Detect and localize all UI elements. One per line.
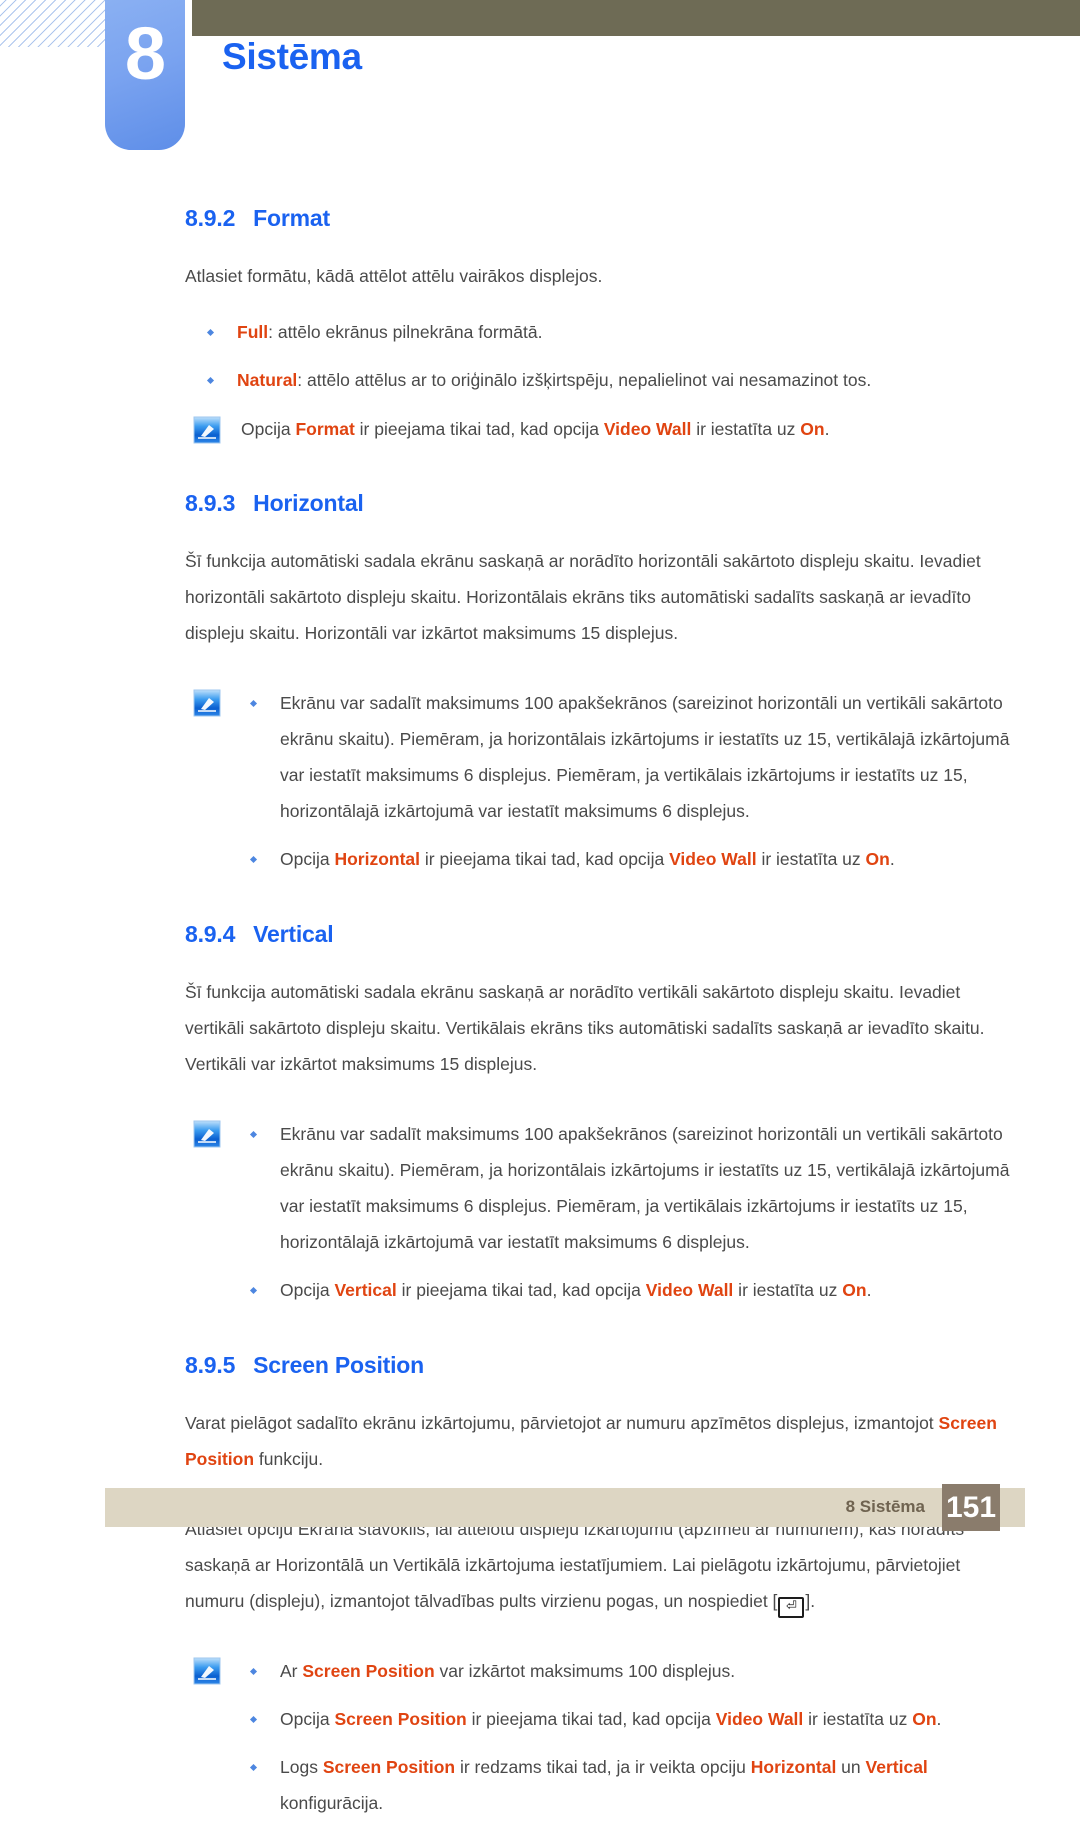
section-number: 8.9.5 bbox=[185, 1352, 236, 1378]
keyword-on: On bbox=[842, 1280, 867, 1300]
keyword-full: Full bbox=[237, 322, 269, 342]
list-item: Opcija Vertical ir pieejama tikai tad, k… bbox=[185, 1272, 1015, 1308]
section-intro-paragraph: Šī funkcija automātiski sadala ekrānu sa… bbox=[185, 551, 981, 643]
keyword-horizontal: Horizontal bbox=[750, 1757, 837, 1777]
note-text-pre: Opcija bbox=[280, 1709, 335, 1729]
note-block-screen-position: Ar Screen Position var izkārtot maksimum… bbox=[185, 1653, 1015, 1821]
section-heading-format: 8.9.2 Format bbox=[185, 205, 1015, 232]
note-text-mid: ir pieejama tikai tad, kad opcija bbox=[466, 1709, 716, 1729]
footer-chapter-label: 8 Sistēma bbox=[845, 1497, 925, 1516]
note-block-vertical: Ekrānu var sadalīt maksimums 100 apakšek… bbox=[185, 1116, 1015, 1308]
paragraph-text-pre: Varat pielāgot sadalīto ekrānu izkārtoju… bbox=[185, 1413, 939, 1433]
note-text-mid2: ir iestatīta uz bbox=[691, 419, 801, 439]
keyword-format: Format bbox=[295, 419, 355, 439]
section-number: 8.9.4 bbox=[185, 921, 236, 947]
note-text-pre: Ar bbox=[280, 1661, 303, 1681]
list-item-text: : attēlo ekrānus pilnekrāna formātā. bbox=[268, 322, 543, 342]
section-intro-paragraph: Šī funkcija automātiski sadala ekrānu sa… bbox=[185, 982, 985, 1074]
list-item: Ekrānu var sadalīt maksimums 100 apakšek… bbox=[185, 685, 1015, 829]
note-bullet-list: Ekrānu var sadalīt maksimums 100 apakšek… bbox=[185, 685, 1015, 877]
list-item: Opcija Horizontal ir pieejama tikai tad,… bbox=[185, 841, 1015, 877]
section-title: Format bbox=[253, 205, 330, 231]
screen-position-paragraph-1: Varat pielāgot sadalīto ekrānu izkārtoju… bbox=[185, 1405, 1015, 1477]
section-number: 8.9.2 bbox=[185, 205, 236, 231]
page-number-badge: 151 bbox=[942, 1484, 1000, 1531]
screen-position-paragraph-2: Atlasiet opciju Ekrāna stāvoklis, lai at… bbox=[185, 1511, 1015, 1619]
list-item: Full: attēlo ekrānus pilnekrāna formātā. bbox=[185, 314, 1015, 350]
note-text-mid: ir pieejama tikai tad, kad opcija bbox=[420, 849, 670, 869]
keyword-screen-position: Screen Position bbox=[334, 1709, 467, 1729]
note-block-format: Opcija Format ir pieejama tikai tad, kad… bbox=[185, 412, 1015, 446]
note-bullet-list: Ar Screen Position var izkārtot maksimum… bbox=[185, 1653, 1015, 1821]
section-title: Vertical bbox=[253, 921, 334, 947]
section-title: Screen Position bbox=[253, 1352, 424, 1378]
note-text-post: . bbox=[889, 849, 895, 869]
note-text-mid2: un bbox=[836, 1757, 866, 1777]
note-text-pre: Opcija bbox=[280, 1280, 335, 1300]
section-number: 8.9.3 bbox=[185, 490, 236, 516]
note-text-post: . bbox=[824, 419, 830, 439]
paragraph-text-post: funkciju. bbox=[254, 1449, 324, 1469]
note-text-mid: ir pieejama tikai tad, kad opcija bbox=[396, 1280, 646, 1300]
keyword-on: On bbox=[865, 849, 890, 869]
decorative-hatch-pattern bbox=[0, 0, 118, 47]
note-text: Opcija Format ir pieejama tikai tad, kad… bbox=[185, 412, 1015, 446]
paragraph-text-post: ]. bbox=[805, 1591, 816, 1611]
keyword-horizontal: Horizontal bbox=[334, 849, 421, 869]
keyword-on: On bbox=[912, 1709, 937, 1729]
note-text-pre: Opcija bbox=[241, 419, 296, 439]
keyword-video-wall: Video Wall bbox=[603, 419, 692, 439]
enter-key-icon: ⏎ bbox=[778, 1597, 805, 1618]
note-pencil-icon bbox=[193, 416, 221, 444]
header-olive-bar bbox=[192, 0, 1080, 36]
keyword-natural: Natural bbox=[237, 370, 298, 390]
list-item: Natural: attēlo attēlus ar to oriģinālo … bbox=[185, 362, 1015, 398]
keyword-screen-position: Screen Position bbox=[302, 1661, 435, 1681]
note-text-pre: Opcija bbox=[280, 849, 335, 869]
note-text-mid2: ir iestatīta uz bbox=[733, 1280, 843, 1300]
format-options-list: Full: attēlo ekrānus pilnekrāna formātā.… bbox=[185, 314, 1015, 398]
keyword-video-wall: Video Wall bbox=[715, 1709, 804, 1729]
list-item: Ekrānu var sadalīt maksimums 100 apakšek… bbox=[185, 1116, 1015, 1260]
note-text-post: . bbox=[866, 1280, 872, 1300]
page-content: 8.9.2 Format Atlasiet formātu, kādā attēl… bbox=[185, 205, 1015, 1835]
list-item: Logs Screen Position ir redzams tikai ta… bbox=[185, 1749, 1015, 1821]
keyword-vertical: Vertical bbox=[865, 1757, 928, 1777]
note-text-mid2: ir iestatīta uz bbox=[756, 849, 866, 869]
chapter-title: Sistēma bbox=[222, 36, 362, 77]
note-text-pre: Logs bbox=[280, 1757, 323, 1777]
keyword-screen-position: Screen Position bbox=[322, 1757, 456, 1777]
section-heading-screen-position: 8.9.5 Screen Position bbox=[185, 1352, 1015, 1379]
note-text-mid: ir redzams tikai tad, ja ir veikta opcij… bbox=[455, 1757, 751, 1777]
note-text-post: konfigurācija. bbox=[280, 1793, 384, 1813]
note-text-post: . bbox=[936, 1709, 942, 1729]
section-heading-horizontal: 8.9.3 Horizontal bbox=[185, 490, 1015, 517]
note-text-mid: ir pieejama tikai tad, kad opcija bbox=[354, 419, 604, 439]
keyword-video-wall: Video Wall bbox=[645, 1280, 734, 1300]
list-item: Ar Screen Position var izkārtot maksimum… bbox=[185, 1653, 1015, 1689]
keyword-video-wall: Video Wall bbox=[669, 849, 757, 869]
note-text-mid2: ir iestatīta uz bbox=[803, 1709, 913, 1729]
keyword-vertical: Vertical bbox=[334, 1280, 397, 1300]
note-text-post: var izkārtot maksimums 100 displejus. bbox=[434, 1661, 736, 1681]
note-block-horizontal: Ekrānu var sadalīt maksimums 100 apakšek… bbox=[185, 685, 1015, 877]
keyword-on: On bbox=[800, 419, 825, 439]
list-item: Opcija Screen Position ir pieejama tikai… bbox=[185, 1701, 1015, 1737]
page-footer: 8 Sistēma 151 bbox=[105, 1484, 1025, 1531]
chapter-number-tab: 8 bbox=[105, 0, 185, 150]
section-heading-vertical: 8.9.4 Vertical bbox=[185, 921, 1015, 948]
list-item-text: : attēlo attēlus ar to oriģinālo izšķirt… bbox=[297, 370, 872, 390]
note-bullet-list: Ekrānu var sadalīt maksimums 100 apakšek… bbox=[185, 1116, 1015, 1308]
paragraph-text-pre: Atlasiet opciju Ekrāna stāvoklis, lai at… bbox=[185, 1519, 965, 1611]
section-title: Horizontal bbox=[253, 490, 364, 516]
section-intro-paragraph: Atlasiet formātu, kādā attēlot attēlu va… bbox=[185, 266, 603, 286]
